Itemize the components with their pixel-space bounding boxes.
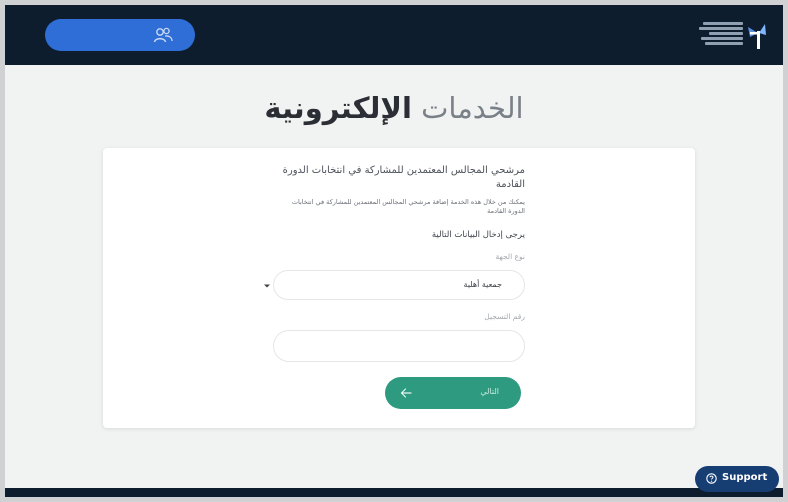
entity-type-label: نوع الجهة [495,252,525,261]
form-instruction: يرجى إدخال البيانات التالية [431,230,525,240]
service-description: يمكنك من خلال هذه الخدمة إضافة مرشحي الم… [291,198,525,215]
next-button[interactable]: التالي [385,377,521,409]
logo-mark-icon [748,24,766,49]
page-title: الخدمات الإلكترونية [5,91,783,125]
page-title-light: الخدمات [421,91,524,125]
page-title-bold: الإلكترونية [264,91,412,125]
browser-viewport: الخدمات الإلكترونية مرشحي المجالس المعتم… [5,5,783,497]
next-button-label: التالي [480,387,499,396]
service-form: مرشحي المجالس المعتمدين للمشاركة في انتخ… [264,164,525,362]
center-logo[interactable] [689,19,767,53]
entity-type-value: جمعية أهلية [463,280,502,289]
registration-number-input[interactable] [273,330,525,362]
arrow-left-icon [400,388,412,398]
question-circle-icon [706,473,717,484]
service-card: مرشحي المجالس المعتمدين للمشاركة في انتخ… [103,148,695,428]
entity-type-select[interactable]: جمعية أهلية [264,270,525,300]
top-header [5,5,783,65]
account-button[interactable] [45,19,195,51]
support-label: Support [722,472,768,483]
people-icon [153,27,173,43]
footer-bar [5,488,783,497]
service-title: مرشحي المجالس المعتمدين للمشاركة في انتخ… [282,165,525,190]
chevron-down-icon [264,284,270,288]
support-button[interactable]: Support [695,466,779,492]
registration-label: رقم التسجيل [484,312,525,321]
logo-wordmark [697,19,743,45]
